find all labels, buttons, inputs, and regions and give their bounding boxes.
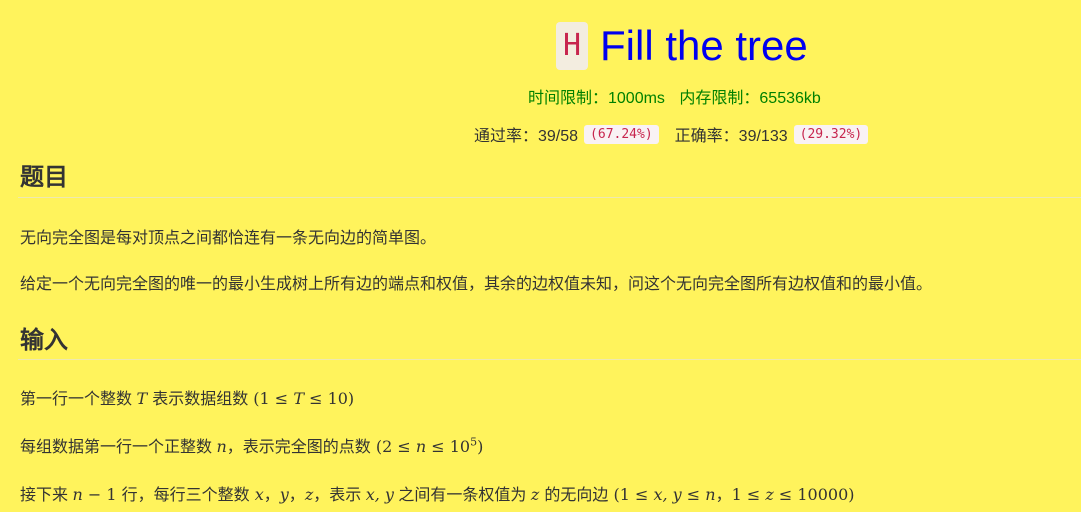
problem-letter-badge: H	[556, 22, 588, 70]
stats-line: 通过率：39/58 (67.24%) 正确率：39/133 (29.32%)	[474, 122, 869, 146]
limits-line: 时间限制：1000ms 内存限制：65536kb	[528, 84, 831, 108]
memory-limit: 内存限制：65536kb	[679, 90, 821, 107]
divider	[18, 197, 1081, 198]
input-line-2: 每组数据第一行一个正整数 n，表示完全图的点数 (2 ≤ n ≤ 105)	[20, 435, 484, 456]
accuracy-percent: (29.32%)	[793, 124, 869, 144]
input-heading: 输入	[20, 327, 68, 354]
input-line-3: 接下来 n − 1 行，每行三个整数 x，y，z，表示 x, y 之间有一条权值…	[20, 485, 855, 504]
input-line-1: 第一行一个整数 T 表示数据组数 (1 ≤ T ≤ 10)	[20, 389, 355, 408]
title-row: H Fill the tree	[556, 20, 808, 72]
divider	[18, 359, 1081, 360]
problem-title: Fill the tree	[600, 22, 808, 69]
problem-paragraph-1: 无向完全图是每对顶点之间都恰连有一条无向边的简单图。	[20, 230, 437, 247]
accuracy-label: 正确率：39/133	[674, 128, 788, 145]
problem-heading: 题目	[20, 164, 68, 191]
pass-rate-percent: (67.24%)	[584, 124, 659, 144]
pass-rate-label: 通过率：39/58	[474, 128, 579, 145]
time-limit: 时间限制：1000ms	[528, 90, 665, 107]
problem-page: H Fill the tree 时间限制：1000ms 内存限制：65536kb…	[0, 0, 1081, 512]
problem-paragraph-2: 给定一个无向完全图的唯一的最小生成树上所有边的端点和权值，其余的边权值未知，问这…	[20, 276, 933, 293]
problem-header: H Fill the tree	[0, 18, 1081, 78]
